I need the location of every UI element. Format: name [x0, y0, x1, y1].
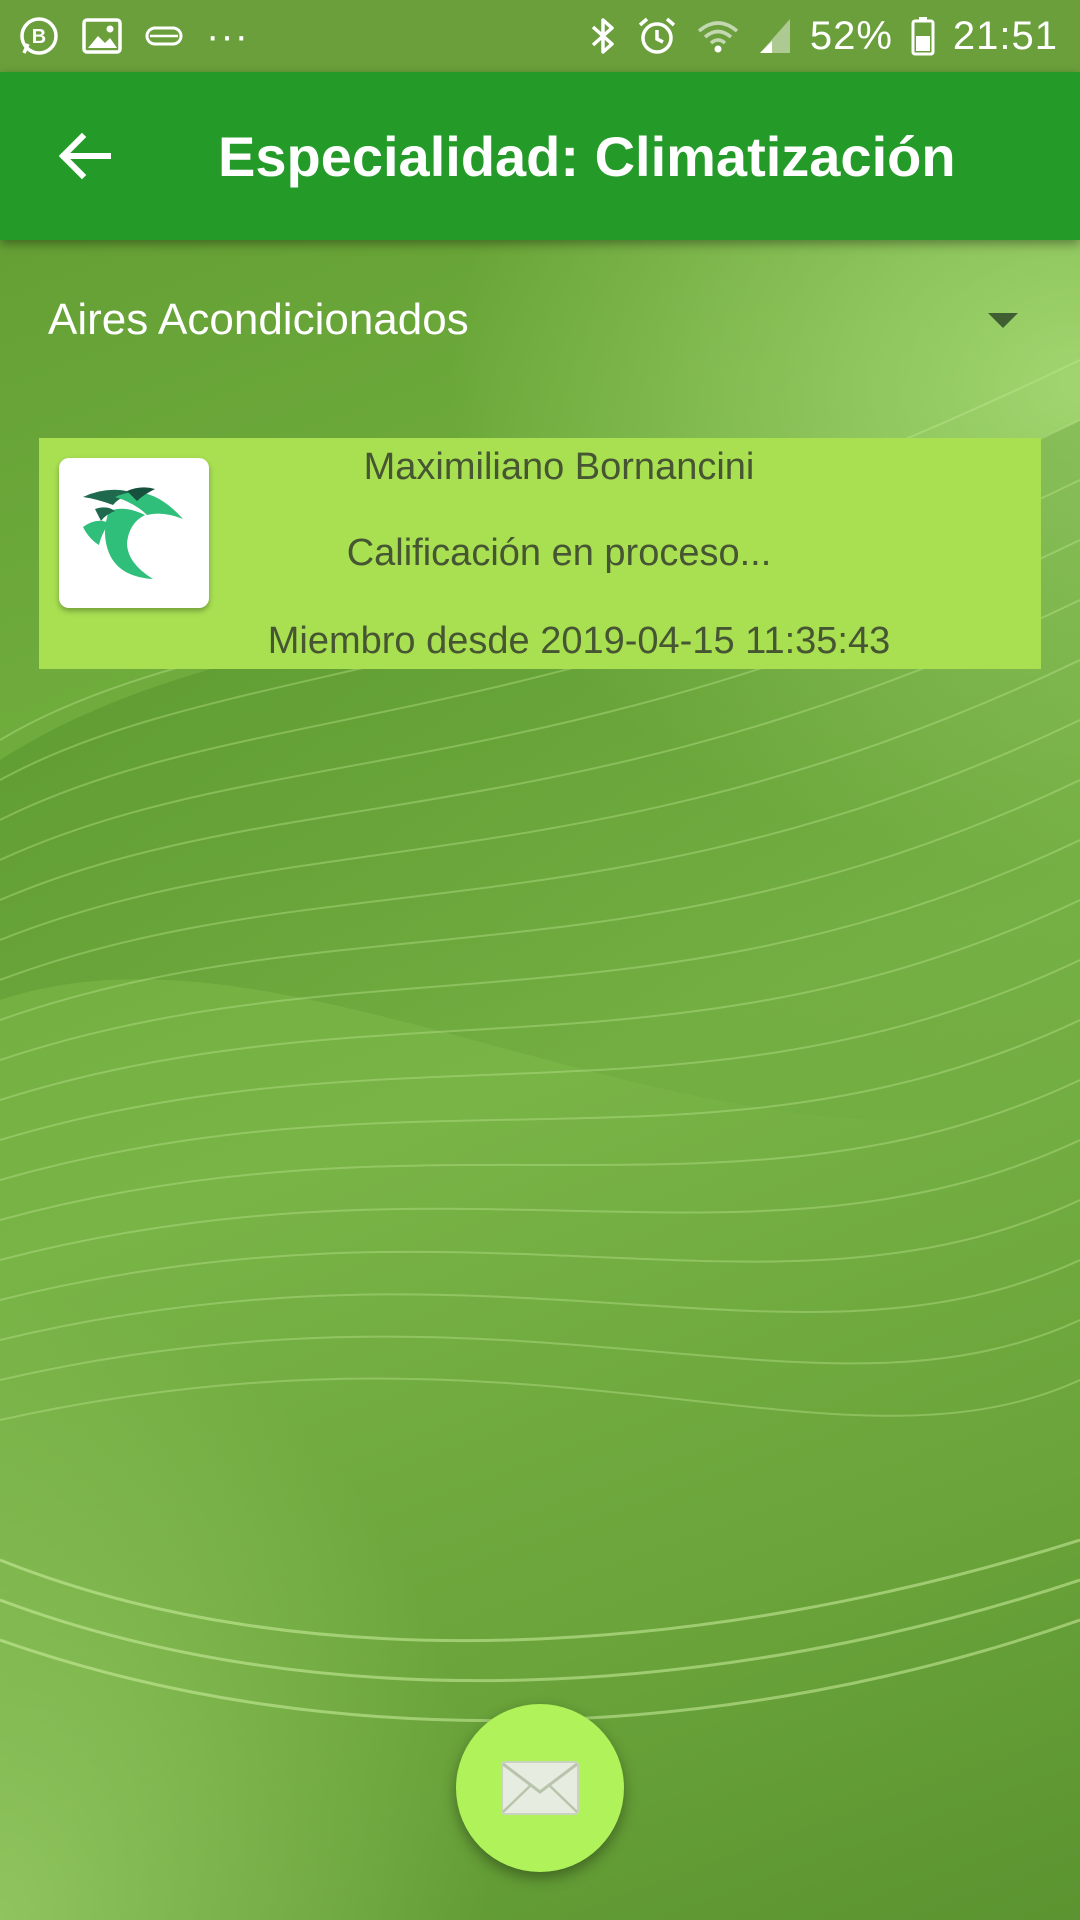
app-bar: Especialidad: Climatización: [0, 72, 1080, 240]
overflow-indicator: ···: [206, 13, 249, 58]
battery-icon: [911, 16, 935, 56]
page-title: Especialidad: Climatización: [218, 124, 956, 188]
dropdown-arrow-icon: [988, 312, 1018, 328]
status-bar-right: 52% 21:51: [588, 14, 1058, 59]
bluetooth-icon: [588, 15, 618, 57]
wifi-icon: [696, 17, 740, 55]
status-bar: B ··· 52% 21:51: [0, 0, 1080, 72]
alarm-icon: [636, 15, 678, 57]
envelope-icon: [501, 1761, 579, 1815]
svg-text:B: B: [32, 26, 46, 48]
battery-percent: 52%: [809, 13, 893, 58]
arrow-left-icon: [58, 132, 111, 180]
message-fab[interactable]: [456, 1704, 624, 1872]
provider-card[interactable]: Maximiliano Bornancini Calificación en p…: [39, 438, 1041, 669]
dropdown-selected-value: Aires Acondicionados: [48, 295, 469, 344]
back-button[interactable]: [40, 111, 130, 201]
provider-rating-status: Calificación en proceso...: [346, 532, 772, 574]
signal-icon: [758, 17, 792, 55]
clock: 21:51: [952, 13, 1058, 58]
provider-member-since: Miembro desde 2019-04-15 11:35:43: [267, 620, 891, 662]
status-bar-left: B ···: [18, 14, 249, 59]
tray-icon: [144, 24, 184, 48]
whatsapp-business-icon: B: [18, 15, 60, 57]
gallery-icon: [82, 18, 122, 54]
subcategory-dropdown[interactable]: Aires Acondicionados: [0, 280, 1080, 360]
provider-name: Maximiliano Bornancini: [363, 446, 755, 488]
